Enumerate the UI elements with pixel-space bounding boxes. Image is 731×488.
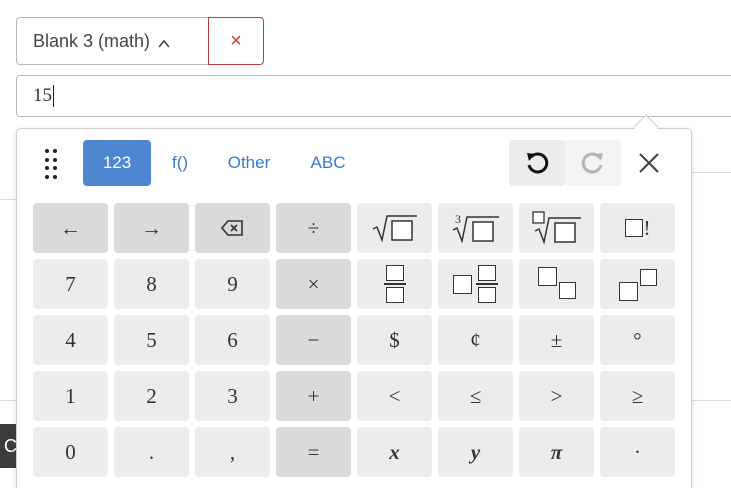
- tab-other[interactable]: Other: [209, 140, 289, 186]
- key-less-equal[interactable]: ≤: [438, 371, 513, 421]
- key-minus[interactable]: −: [276, 315, 351, 365]
- key-9[interactable]: 9: [195, 259, 270, 309]
- key-4[interactable]: 4: [33, 315, 108, 365]
- partial-button[interactable]: C: [0, 424, 17, 468]
- key-dollar[interactable]: $: [357, 315, 432, 365]
- key-3[interactable]: 3: [195, 371, 270, 421]
- key-greater-than[interactable]: >: [519, 371, 594, 421]
- subscript-icon: [537, 267, 576, 301]
- mixed-number-icon: [453, 265, 498, 303]
- answer-value: 15: [33, 85, 52, 106]
- blank-label-text: Blank 3 (math): [33, 30, 151, 51]
- key-y[interactable]: y: [438, 427, 513, 477]
- key-backspace[interactable]: [195, 203, 270, 253]
- nth-root-icon: [531, 211, 581, 245]
- key-plus-minus[interactable]: ±: [519, 315, 594, 365]
- divider-line: [692, 172, 731, 173]
- key-7[interactable]: 7: [33, 259, 108, 309]
- key-multiply-dot[interactable]: ·: [600, 427, 675, 477]
- answer-input[interactable]: 15: [16, 75, 731, 117]
- drag-handle-icon[interactable]: [45, 149, 59, 181]
- divider-line: [692, 400, 731, 401]
- key-pi[interactable]: π: [519, 427, 594, 477]
- key-square-root[interactable]: [357, 203, 432, 253]
- key-1[interactable]: 1: [33, 371, 108, 421]
- key-decimal[interactable]: .: [114, 427, 189, 477]
- key-8[interactable]: 8: [114, 259, 189, 309]
- text-caret: [53, 85, 54, 107]
- keypad-tabs: 123 f() Other ABC: [83, 140, 367, 186]
- key-x[interactable]: x: [357, 427, 432, 477]
- math-keypad: 123 f() Other ABC ← → ÷ 3 ! 7 8 9 × 4 5 …: [16, 128, 692, 488]
- factorial-mark: !: [643, 215, 651, 240]
- square-root-icon: [372, 215, 417, 243]
- tab-functions[interactable]: f(): [151, 140, 209, 186]
- placeholder-box: [624, 219, 643, 237]
- tab-123[interactable]: 123: [83, 140, 151, 186]
- chevron-up-icon: [158, 39, 170, 48]
- divider-line: [0, 199, 16, 200]
- close-icon: ×: [230, 29, 242, 52]
- key-left-arrow[interactable]: ←: [33, 203, 108, 253]
- key-multiply[interactable]: ×: [276, 259, 351, 309]
- cube-root-index: 3: [455, 212, 461, 226]
- undo-icon: [527, 152, 549, 174]
- divider-line: [0, 400, 16, 401]
- key-greater-equal[interactable]: ≥: [600, 371, 675, 421]
- redo-button[interactable]: [565, 140, 621, 186]
- key-cube-root[interactable]: 3: [438, 203, 513, 253]
- redo-icon: [581, 152, 603, 174]
- tab-abc[interactable]: ABC: [289, 140, 367, 186]
- blank-dropdown[interactable]: Blank 3 (math): [16, 17, 208, 65]
- key-comma[interactable]: ,: [195, 427, 270, 477]
- key-2[interactable]: 2: [114, 371, 189, 421]
- key-grid: ← → ÷ 3 ! 7 8 9 × 4 5 6 − $ ¢ ± ° 1 2 3 …: [33, 203, 675, 477]
- close-icon: [639, 153, 659, 173]
- key-degree[interactable]: °: [600, 315, 675, 365]
- key-cent[interactable]: ¢: [438, 315, 513, 365]
- key-plus[interactable]: +: [276, 371, 351, 421]
- key-5[interactable]: 5: [114, 315, 189, 365]
- key-0[interactable]: 0: [33, 427, 108, 477]
- remove-blank-button[interactable]: ×: [208, 17, 264, 65]
- superscript-icon: [618, 267, 657, 301]
- key-factorial[interactable]: !: [600, 203, 675, 253]
- key-mixed-number[interactable]: [438, 259, 513, 309]
- key-6[interactable]: 6: [195, 315, 270, 365]
- key-divide[interactable]: ÷: [276, 203, 351, 253]
- backspace-icon: [220, 220, 243, 236]
- key-equals[interactable]: =: [276, 427, 351, 477]
- key-right-arrow[interactable]: →: [114, 203, 189, 253]
- close-keypad-button[interactable]: [629, 140, 669, 186]
- blank-selector: Blank 3 (math) ×: [16, 17, 264, 65]
- key-fraction[interactable]: [357, 259, 432, 309]
- key-nth-root[interactable]: [519, 203, 594, 253]
- undo-button[interactable]: [509, 140, 565, 186]
- cube-root-icon: 3: [452, 212, 499, 244]
- fraction-icon: [383, 265, 406, 303]
- key-subscript[interactable]: [519, 259, 594, 309]
- key-less-than[interactable]: <: [357, 371, 432, 421]
- key-superscript[interactable]: [600, 259, 675, 309]
